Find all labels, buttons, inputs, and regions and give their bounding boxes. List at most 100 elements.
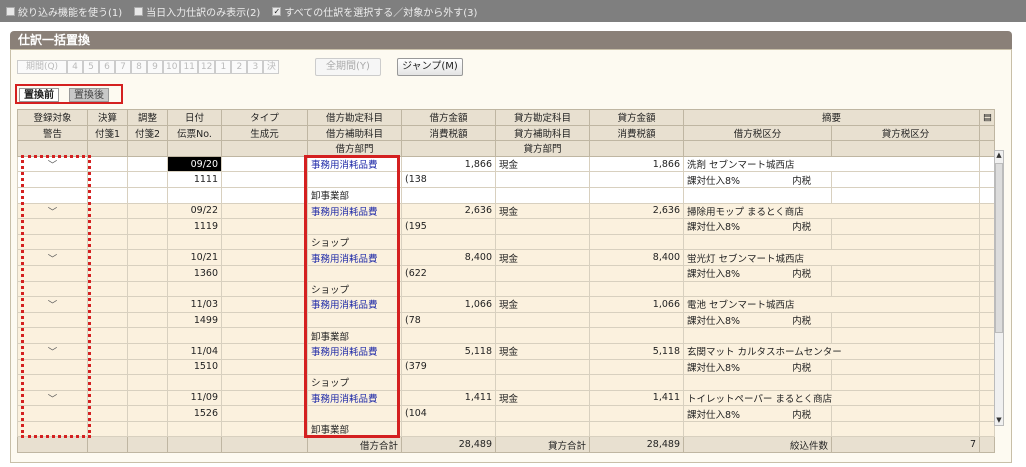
credit-tax-cell[interactable] xyxy=(589,405,684,422)
scroll-down-icon[interactable]: ▼ xyxy=(995,416,1003,425)
checkbox-today-only[interactable] xyxy=(134,6,144,16)
memo-cell[interactable]: 電池 セブンマート城西店 xyxy=(682,296,981,313)
debit-tax-category-cell[interactable]: 課対仕入8% 内税 xyxy=(683,171,832,188)
cell[interactable] xyxy=(127,249,168,266)
credit-sub-account-cell[interactable] xyxy=(495,358,590,376)
cell[interactable] xyxy=(127,311,168,329)
checkbox-filter[interactable] xyxy=(6,6,15,16)
debit-tax-cell[interactable]: (379 xyxy=(401,358,496,376)
debit-tax-category-cell[interactable]: 課対仕入8% 内税 xyxy=(683,218,832,235)
credit-account-cell[interactable]: 現金 xyxy=(495,342,590,360)
register-target-checkbox[interactable]: ﹀ xyxy=(17,202,88,220)
debit-account-cell[interactable]: 事務用消耗品費 xyxy=(307,342,402,360)
debit-tax-category-cell[interactable]: 課対仕入8% 内税 xyxy=(683,405,832,422)
memo-cell[interactable]: 玄関マット カルタスホームセンター xyxy=(682,342,981,360)
credit-dept-cell[interactable] xyxy=(495,374,590,391)
cell[interactable] xyxy=(221,202,308,220)
slip-number-cell[interactable]: 1510 xyxy=(167,358,222,376)
vertical-scrollbar[interactable]: ▲ ▼ xyxy=(994,150,1004,426)
debit-amount-cell[interactable]: 2,636 xyxy=(401,202,496,220)
cell[interactable] xyxy=(87,171,128,188)
memo-cell[interactable]: 掃除用モップ まるとく商店 xyxy=(682,202,981,220)
memo-cell[interactable]: 蛍光灯 セブンマート城西店 xyxy=(682,249,981,266)
period-button[interactable]: 4 xyxy=(67,60,83,74)
period-button[interactable]: 9 xyxy=(147,60,163,74)
slip-number-cell[interactable]: 1360 xyxy=(167,264,222,282)
clipboard-icon[interactable]: ▤ xyxy=(979,109,996,126)
credit-tax-cell[interactable] xyxy=(589,358,684,376)
debit-sub-account-cell[interactable] xyxy=(307,218,402,235)
credit-sub-account-cell[interactable] xyxy=(495,311,590,329)
cell[interactable] xyxy=(87,296,128,313)
cell[interactable] xyxy=(221,218,308,235)
date-cell[interactable]: 11/04 xyxy=(167,342,222,360)
debit-sub-account-cell[interactable] xyxy=(307,358,402,376)
cell[interactable] xyxy=(221,342,308,360)
credit-tax-cell[interactable] xyxy=(589,311,684,329)
debit-amount-cell[interactable]: 1,866 xyxy=(401,155,496,173)
period-button[interactable]: 5 xyxy=(83,60,99,74)
debit-tax-category-cell[interactable]: 課対仕入8% 内税 xyxy=(683,311,832,329)
scroll-thumb[interactable] xyxy=(995,163,1003,333)
credit-dept-cell[interactable] xyxy=(495,186,590,204)
register-target-checkbox[interactable]: ﹀ xyxy=(17,389,88,407)
cell[interactable] xyxy=(87,311,128,329)
debit-dept-cell[interactable]: 卸事業部 xyxy=(307,186,402,204)
period-button[interactable]: 3 xyxy=(247,60,264,74)
period-button[interactable]: 7 xyxy=(115,60,131,74)
period-button[interactable]: 6 xyxy=(99,60,115,74)
debit-tax-cell[interactable]: (78 xyxy=(401,311,496,329)
credit-amount-cell[interactable]: 8,400 xyxy=(589,249,684,266)
cell[interactable] xyxy=(87,405,128,422)
cell[interactable] xyxy=(221,405,308,422)
credit-sub-account-cell[interactable] xyxy=(495,264,590,282)
debit-tax-cell[interactable]: (622 xyxy=(401,264,496,282)
cell[interactable] xyxy=(87,389,128,407)
debit-tax-category-cell[interactable]: 課対仕入8% 内税 xyxy=(683,264,832,282)
credit-tax-category-cell[interactable] xyxy=(830,171,981,188)
credit-tax-category-cell[interactable] xyxy=(830,358,981,376)
cell[interactable] xyxy=(221,155,308,173)
credit-account-cell[interactable]: 現金 xyxy=(495,296,590,313)
option-select-all[interactable]: ✓ すべての仕訳を選択する／対象から外す(3) xyxy=(272,4,477,19)
debit-amount-cell[interactable]: 1,411 xyxy=(401,389,496,407)
debit-tax-category-cell[interactable]: 課対仕入8% 内税 xyxy=(683,358,832,376)
period-button[interactable]: 決 xyxy=(263,60,280,74)
credit-account-cell[interactable]: 現金 xyxy=(495,202,590,220)
debit-account-cell[interactable]: 事務用消耗品費 xyxy=(307,202,402,220)
memo-cell[interactable]: 洗剤 セブンマート城西店 xyxy=(682,155,981,173)
debit-tax-cell[interactable]: (104 xyxy=(401,405,496,422)
cell[interactable] xyxy=(127,342,168,360)
full-period-button[interactable]: 全期間(Y) xyxy=(315,58,381,76)
credit-dept-cell[interactable] xyxy=(495,420,590,438)
register-target-checkbox[interactable]: ﹀ xyxy=(17,296,88,313)
cell[interactable] xyxy=(127,218,168,235)
cell[interactable] xyxy=(127,171,168,188)
register-target-checkbox[interactable]: ﹀ xyxy=(17,155,88,173)
debit-sub-account-cell[interactable] xyxy=(307,264,402,282)
date-cell[interactable]: 09/20 xyxy=(167,155,222,173)
credit-amount-cell[interactable]: 5,118 xyxy=(589,342,684,360)
period-button[interactable]: 2 xyxy=(231,60,248,74)
slip-number-cell[interactable]: 1119 xyxy=(167,218,222,235)
jump-button[interactable]: ジャンプ(M) xyxy=(397,58,463,76)
debit-account-cell[interactable]: 事務用消耗品費 xyxy=(307,155,402,173)
credit-amount-cell[interactable]: 1,411 xyxy=(589,389,684,407)
credit-dept-cell[interactable] xyxy=(495,327,590,344)
cell[interactable] xyxy=(127,358,168,376)
register-target-checkbox[interactable]: ﹀ xyxy=(17,249,88,266)
credit-sub-account-cell[interactable] xyxy=(495,171,590,188)
credit-sub-account-cell[interactable] xyxy=(495,218,590,235)
cell[interactable] xyxy=(87,218,128,235)
cell[interactable] xyxy=(221,358,308,376)
date-cell[interactable]: 10/21 xyxy=(167,249,222,266)
debit-account-cell[interactable]: 事務用消耗品費 xyxy=(307,249,402,266)
debit-sub-account-cell[interactable] xyxy=(307,171,402,188)
credit-amount-cell[interactable]: 2,636 xyxy=(589,202,684,220)
credit-account-cell[interactable]: 現金 xyxy=(495,249,590,266)
cell[interactable] xyxy=(221,264,308,282)
option-today-only[interactable]: 当日入力仕訳のみ表示(2) xyxy=(134,4,260,19)
cell[interactable] xyxy=(127,155,168,173)
cell[interactable] xyxy=(221,311,308,329)
period-button[interactable]: 10 xyxy=(163,60,181,74)
